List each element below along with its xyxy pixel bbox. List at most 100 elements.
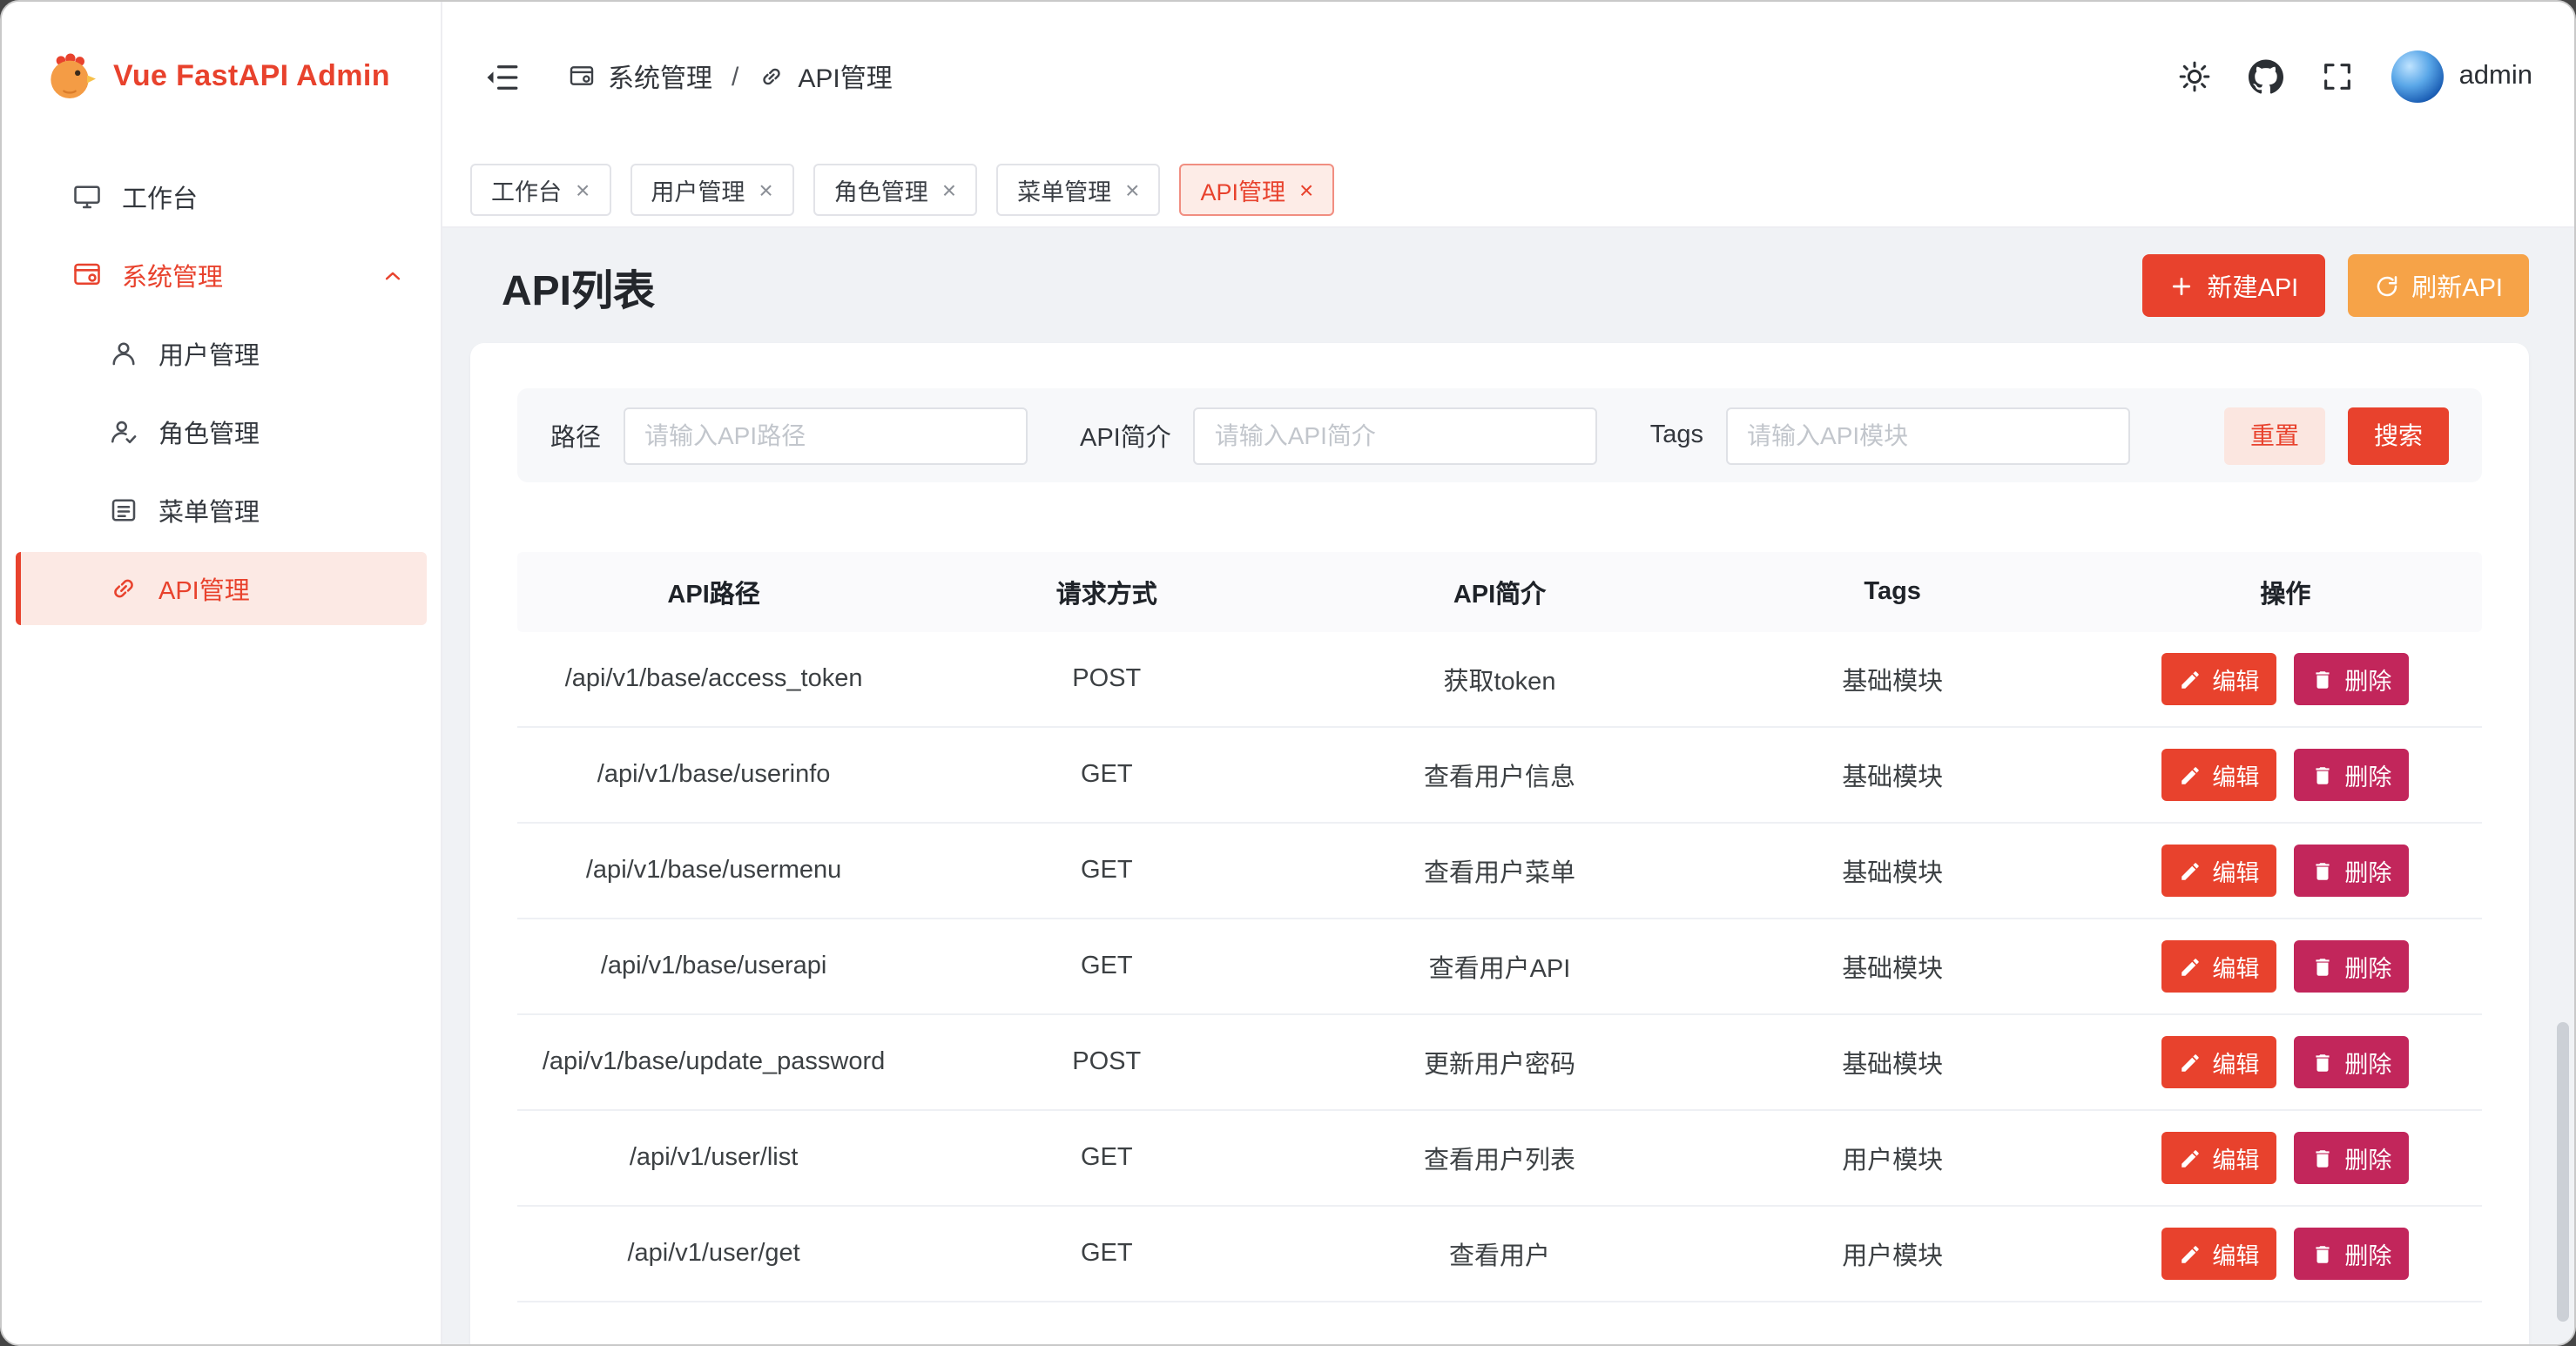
cell-path: /api/v1/base/update_password — [517, 1048, 910, 1076]
table-row: /api/v1/base/userinfo GET 查看用户信息 基础模块 编辑… — [517, 728, 2482, 824]
delete-button[interactable]: 删除 — [2294, 653, 2409, 705]
cell-method: GET — [910, 857, 1303, 885]
close-icon[interactable]: × — [759, 177, 772, 201]
refresh-api-button[interactable]: 刷新API — [2347, 254, 2529, 317]
cell-actions: 编辑 删除 — [2089, 1228, 2482, 1280]
sidebar-item-system[interactable]: 系统管理 — [16, 239, 427, 312]
tab[interactable]: API管理 × — [1180, 163, 1335, 215]
app-title: Vue FastAPI Admin — [113, 59, 390, 94]
sidebar: Vue FastAPI Admin 工作台 系统管理 — [2, 2, 442, 1344]
app-window: Vue FastAPI Admin 工作台 系统管理 — [0, 0, 2576, 1346]
main-column: 系统管理 / API管理 — [442, 2, 2574, 1344]
sidebar-item-users[interactable]: 用户管理 — [16, 317, 427, 390]
sidebar-item-label: 系统管理 — [122, 257, 223, 293]
collapse-sidebar-icon[interactable] — [484, 58, 521, 95]
table-header-row: API路径 请求方式 API简介 Tags 操作 — [517, 552, 2482, 632]
cell-summary: 查看用户信息 — [1303, 757, 1696, 793]
delete-button-label: 删除 — [2344, 1141, 2391, 1175]
edit-button-label: 编辑 — [2212, 1141, 2259, 1175]
trash-icon — [2311, 955, 2334, 978]
monitor-icon — [71, 181, 103, 212]
app-logo[interactable]: Vue FastAPI Admin — [2, 2, 441, 151]
cell-method: POST — [910, 1048, 1303, 1076]
edit-button[interactable]: 编辑 — [2161, 1036, 2276, 1088]
breadcrumb-item-system[interactable]: 系统管理 — [568, 58, 712, 95]
page-title: API列表 — [502, 255, 655, 316]
close-icon[interactable]: × — [576, 177, 590, 201]
filter-actions: 重置 搜索 — [2224, 407, 2449, 464]
cell-path: /api/v1/user/list — [517, 1144, 910, 1172]
create-api-button[interactable]: 新建API — [2143, 254, 2325, 317]
delete-button[interactable]: 删除 — [2294, 1228, 2409, 1280]
delete-button[interactable]: 删除 — [2294, 940, 2409, 993]
breadcrumb-item-api[interactable]: API管理 — [758, 58, 892, 95]
vertical-scrollbar[interactable] — [2557, 1022, 2569, 1322]
cell-tags: 基础模块 — [1696, 661, 2089, 697]
search-button[interactable]: 搜索 — [2348, 407, 2449, 464]
sidebar-item-label: 菜单管理 — [158, 492, 260, 528]
edit-button-label: 编辑 — [2212, 662, 2259, 697]
tab-label: API管理 — [1201, 172, 1286, 206]
github-icon[interactable] — [2249, 59, 2283, 94]
tab[interactable]: 菜单管理 × — [996, 163, 1160, 215]
filter-summary: API简介 — [1080, 407, 1598, 464]
table-row: /api/v1/user/get GET 查看用户 用户模块 编辑 删除 — [517, 1207, 2482, 1302]
table-row: /api/v1/user/list GET 查看用户列表 用户模块 编辑 删除 — [517, 1111, 2482, 1207]
tab[interactable]: 用户管理 × — [630, 163, 793, 215]
close-icon[interactable]: × — [1299, 177, 1313, 201]
topbar-actions: admin — [2177, 50, 2532, 103]
tabs-bar: 工作台 × 用户管理 × 角色管理 × 菜单管理 × API管理 × — [442, 151, 2574, 228]
edit-button[interactable]: 编辑 — [2161, 845, 2276, 897]
theme-toggle-sun-icon[interactable] — [2177, 59, 2212, 94]
trash-icon — [2311, 859, 2334, 882]
content-area: API列表 新建API 刷新API 路径 — [442, 228, 2574, 1344]
cell-tags: 基础模块 — [1696, 1044, 2089, 1080]
sidebar-item-label: 角色管理 — [158, 414, 260, 450]
delete-button[interactable]: 删除 — [2294, 1132, 2409, 1184]
close-icon[interactable]: × — [1125, 177, 1139, 201]
system-settings-icon — [568, 63, 596, 91]
reset-button[interactable]: 重置 — [2224, 407, 2325, 464]
filter-tags: Tags — [1650, 407, 2130, 464]
delete-button-label: 删除 — [2344, 757, 2391, 792]
cell-method: GET — [910, 1144, 1303, 1172]
edit-button[interactable]: 编辑 — [2161, 653, 2276, 705]
cell-summary: 查看用户API — [1303, 948, 1696, 985]
delete-button[interactable]: 删除 — [2294, 1036, 2409, 1088]
trash-icon — [2311, 1051, 2334, 1073]
tags-filter-input[interactable] — [1726, 407, 2130, 464]
sidebar-item-roles[interactable]: 角色管理 — [16, 395, 427, 468]
menu-list-icon — [108, 495, 139, 526]
cell-summary: 更新用户密码 — [1303, 1044, 1696, 1080]
pencil-icon — [2179, 1051, 2202, 1073]
pencil-icon — [2179, 1242, 2202, 1265]
sidebar-item-api[interactable]: API管理 — [16, 552, 427, 625]
tab[interactable]: 工作台 × — [470, 163, 610, 215]
edit-button[interactable]: 编辑 — [2161, 940, 2276, 993]
cell-actions: 编辑 删除 — [2089, 940, 2482, 993]
edit-button[interactable]: 编辑 — [2161, 1228, 2276, 1280]
sidebar-item-menus[interactable]: 菜单管理 — [16, 474, 427, 547]
path-filter-label: 路径 — [550, 417, 601, 454]
delete-button[interactable]: 删除 — [2294, 845, 2409, 897]
summary-filter-input[interactable] — [1194, 407, 1598, 464]
trash-icon — [2311, 1147, 2334, 1169]
cell-tags: 用户模块 — [1696, 1235, 2089, 1272]
edit-button[interactable]: 编辑 — [2161, 1132, 2276, 1184]
api-link-icon — [758, 63, 786, 91]
fullscreen-icon[interactable] — [2320, 59, 2355, 94]
cell-path: /api/v1/base/usermenu — [517, 857, 910, 885]
delete-button-label: 删除 — [2344, 949, 2391, 984]
page-header: API列表 新建API 刷新API — [470, 228, 2529, 343]
tab[interactable]: 角色管理 × — [813, 163, 977, 215]
delete-button[interactable]: 删除 — [2294, 749, 2409, 801]
tab-label: 用户管理 — [651, 172, 745, 206]
tags-filter-label: Tags — [1650, 421, 1703, 449]
column-header-method: 请求方式 — [910, 574, 1303, 610]
path-filter-input[interactable] — [624, 407, 1028, 464]
sidebar-item-workbench[interactable]: 工作台 — [16, 160, 427, 233]
edit-button[interactable]: 编辑 — [2161, 749, 2276, 801]
user-menu[interactable]: admin — [2391, 50, 2532, 103]
close-icon[interactable]: × — [942, 177, 956, 201]
pencil-icon — [2179, 1147, 2202, 1169]
